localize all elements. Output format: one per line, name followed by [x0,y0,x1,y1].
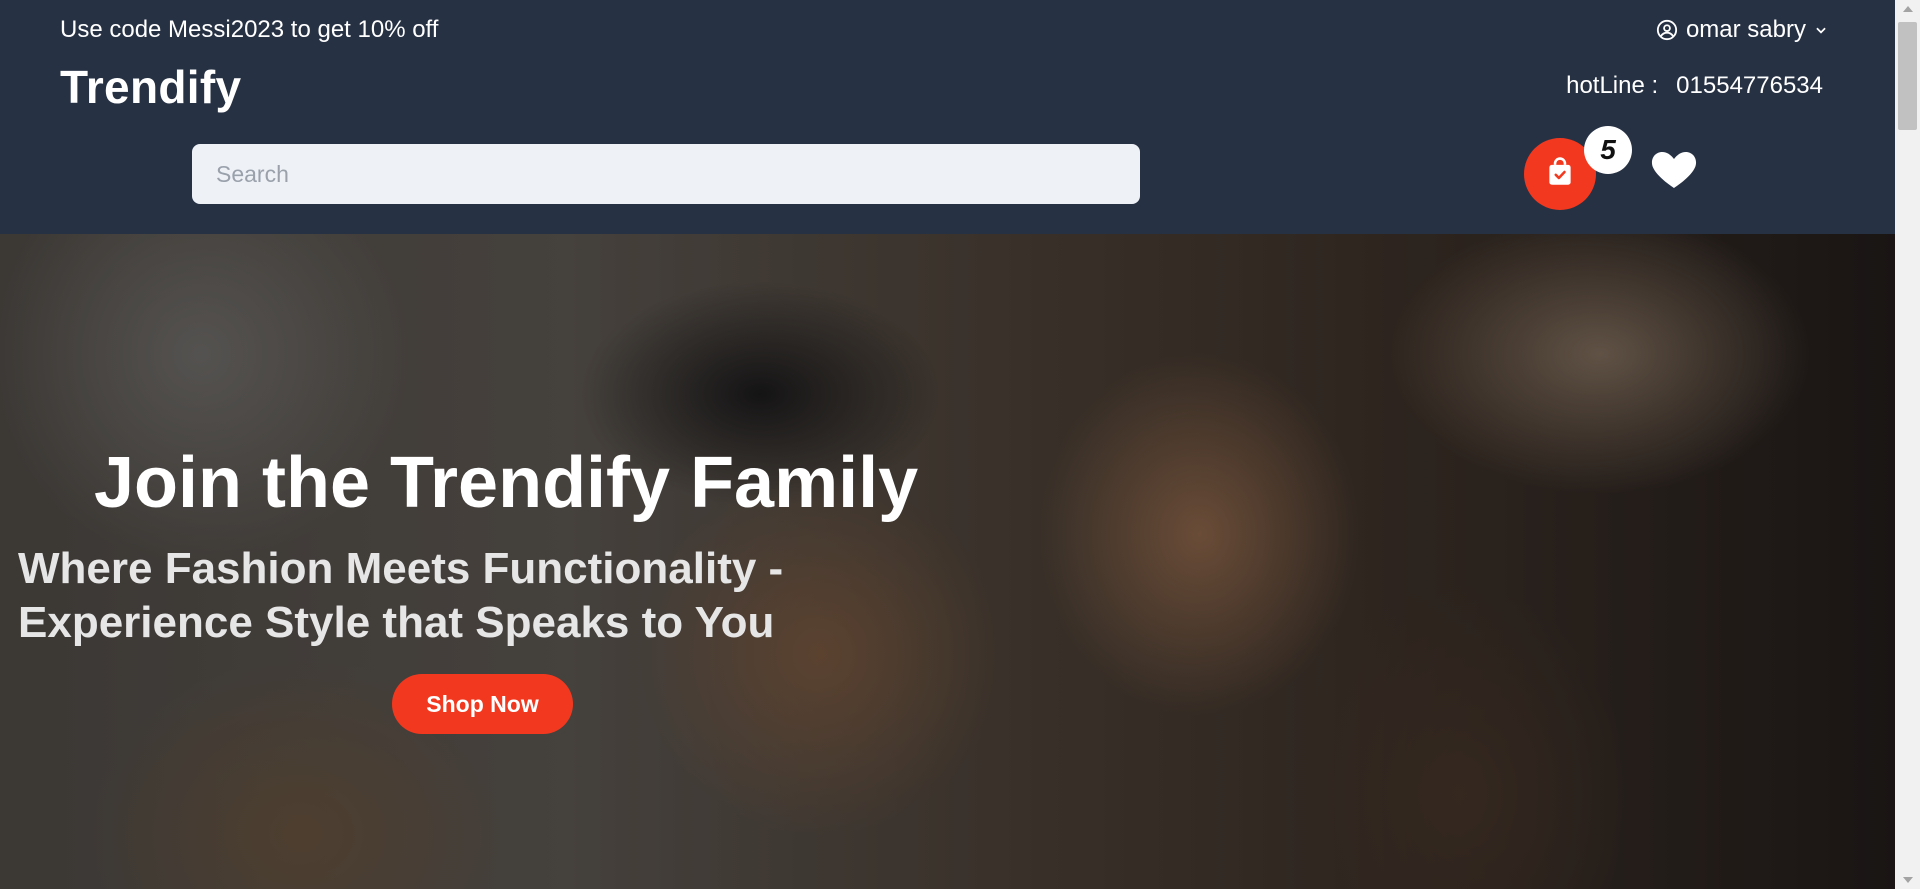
search-input[interactable] [192,144,1140,204]
hotline-label: hotLine : [1566,72,1659,99]
heart-icon [1650,152,1698,194]
promo-banner-text: Use code Messi2023 to get 10% off [60,16,439,43]
hotline: hotLine : 01554776534 [1566,72,1823,100]
user-menu[interactable]: omar sabry [1656,16,1828,44]
chevron-down-icon [1814,23,1828,37]
user-name: omar sabry [1685,16,1806,43]
scrollbar-thumb[interactable] [1898,22,1917,130]
scroll-up-icon[interactable] [1903,6,1913,12]
site-header: Use code Messi2023 to get 10% off omar s… [0,0,1895,234]
shopping-bag-check-icon [1543,155,1577,194]
user-circle-icon [1656,19,1678,41]
hotline-number: 01554776534 [1676,72,1823,99]
cart-count-badge: 5 [1584,126,1632,174]
page: Use code Messi2023 to get 10% off omar s… [0,0,1920,889]
hero-title: Join the Trendify Family [94,443,919,523]
scroll-down-icon[interactable] [1903,877,1913,883]
brand-logo[interactable]: Trendify [60,60,241,114]
page-scrollbar[interactable] [1895,0,1920,889]
shop-now-button[interactable]: Shop Now [392,674,573,734]
wishlist-button[interactable] [1650,146,1700,192]
hero-subtitle: Where Fashion Meets Functionality - Expe… [18,544,784,647]
hero-banner: Join the Trendify Family Where Fashion M… [0,234,1895,889]
